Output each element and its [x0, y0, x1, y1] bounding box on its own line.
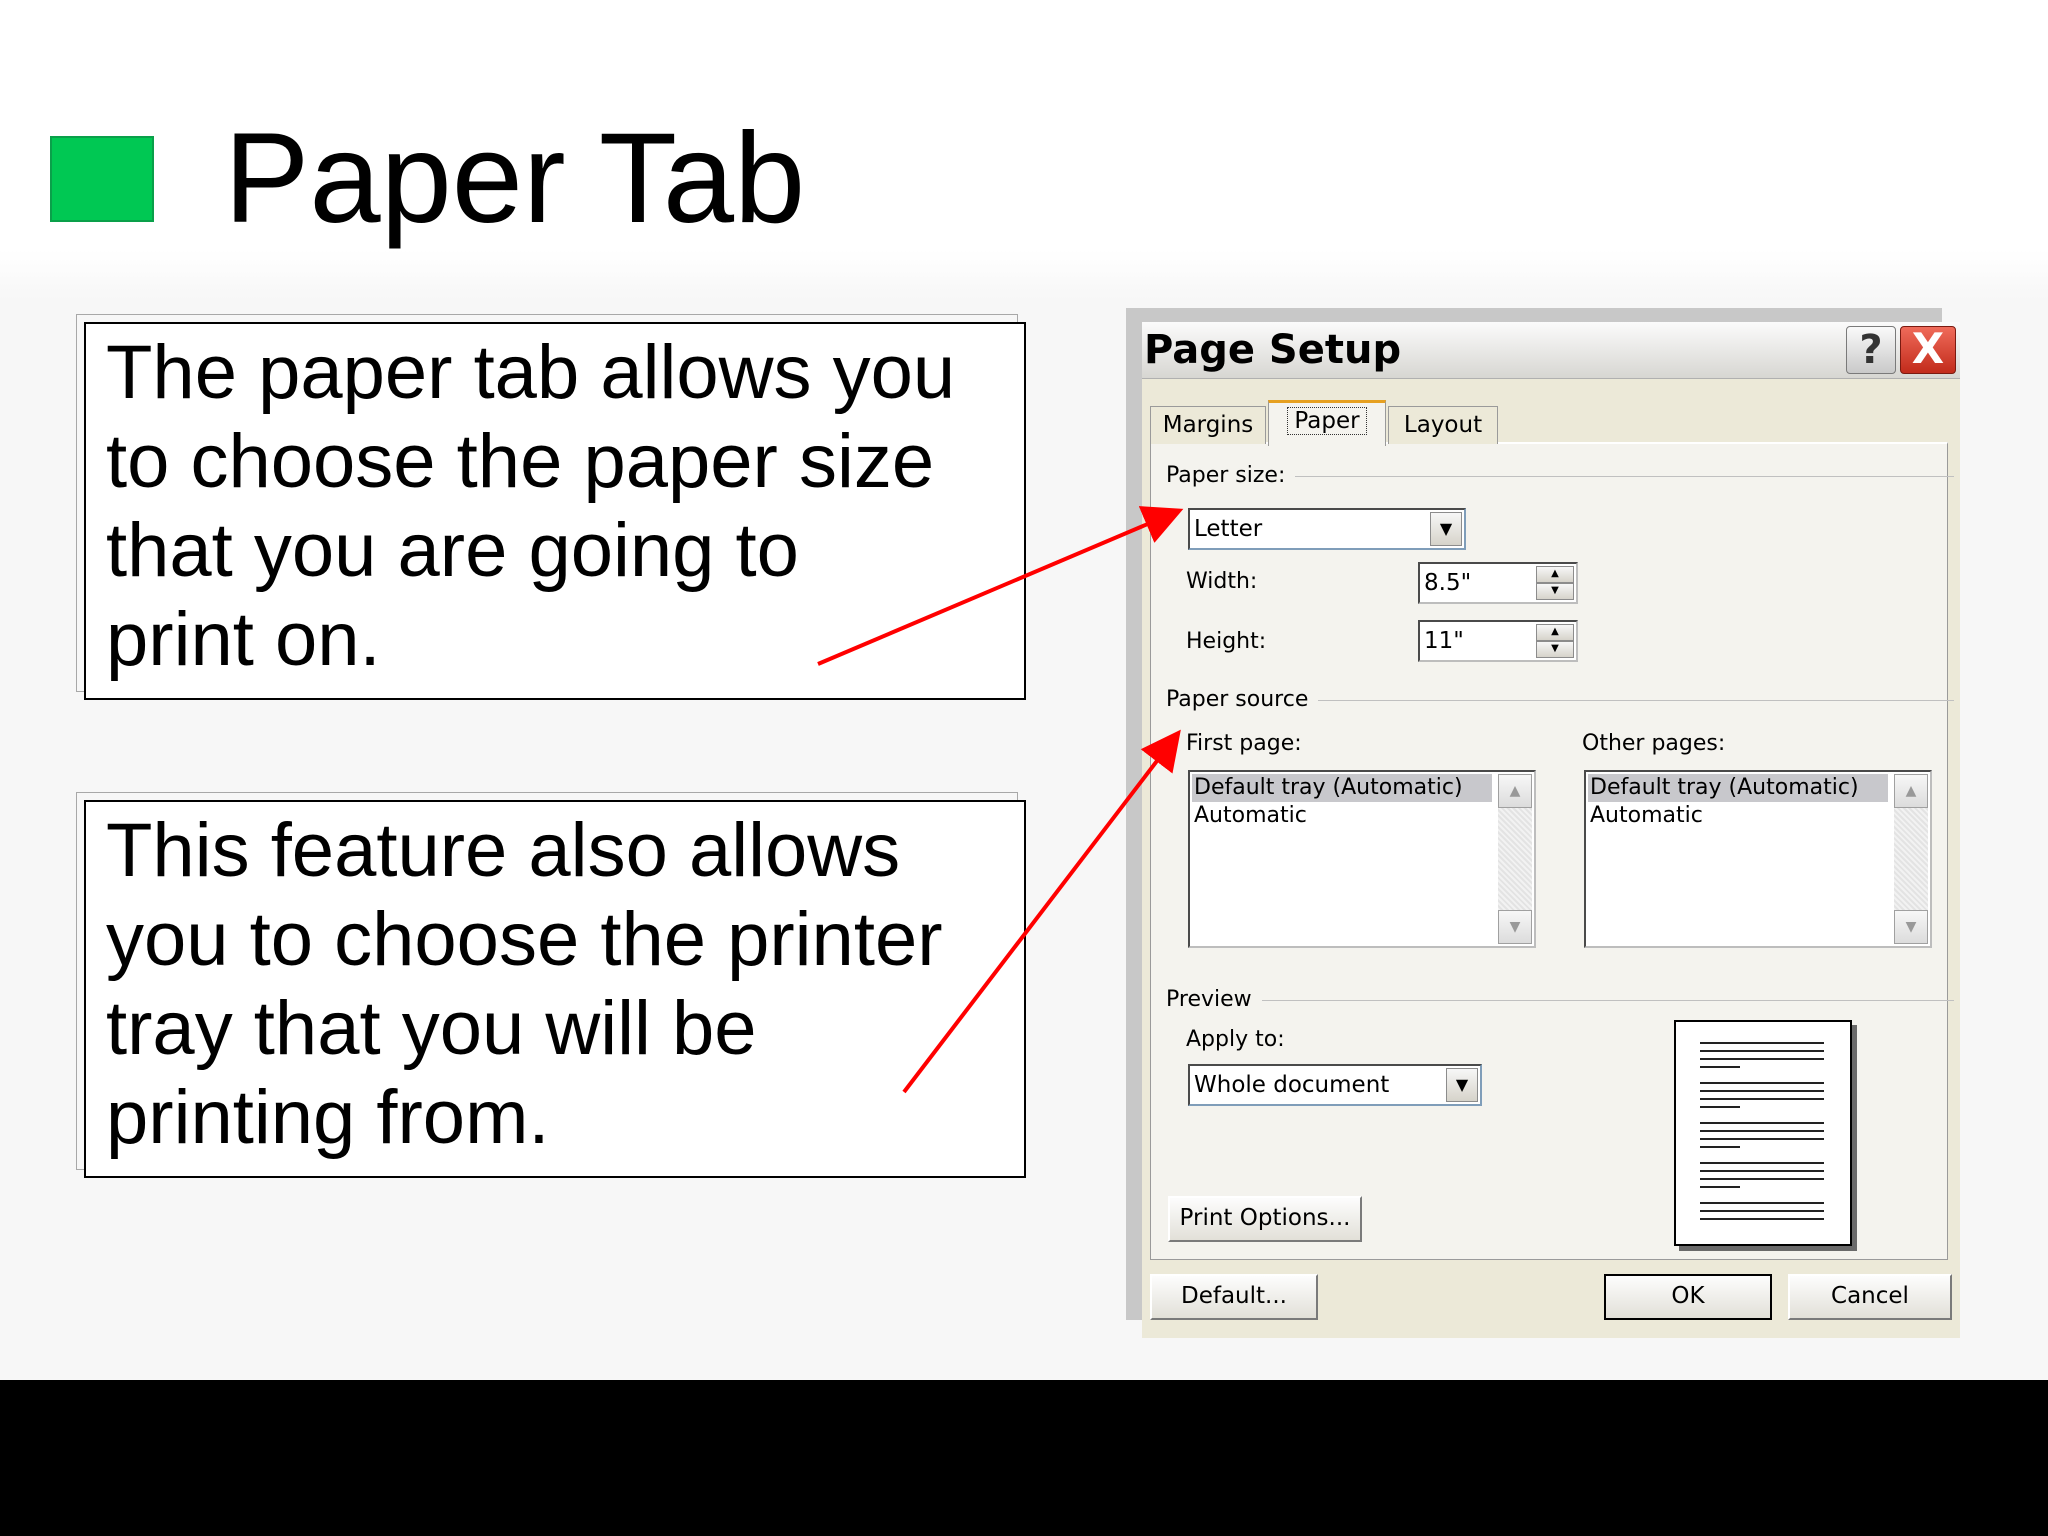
first-page-listbox[interactable]: Default tray (Automatic) Automatic ▲ ▼ [1188, 770, 1536, 948]
other-pages-listbox[interactable]: Default tray (Automatic) Automatic ▲ ▼ [1584, 770, 1932, 948]
width-spin-buttons: ▲ ▼ [1536, 566, 1574, 600]
paper-size-group-label: Paper size: [1166, 462, 1296, 490]
first-page-scrollbar[interactable]: ▲ ▼ [1498, 774, 1532, 944]
bottom-black-bar [0, 1380, 2048, 1536]
paper-source-group-label: Paper source [1166, 686, 1319, 714]
title-bullet-square [50, 136, 154, 222]
dialog-titlebar[interactable]: Page Setup ? X [1142, 322, 1960, 379]
scroll-up-icon[interactable]: ▲ [1894, 774, 1928, 808]
scroll-up-icon[interactable]: ▲ [1498, 774, 1532, 808]
width-spinner[interactable]: 8.5" ▲ ▼ [1418, 562, 1578, 604]
ok-button[interactable]: OK [1604, 1274, 1772, 1320]
paper-size-value: Letter [1194, 516, 1263, 542]
apply-to-label: Apply to: [1186, 1027, 1285, 1052]
callout-paper-source-text: This feature also allows you to choose t… [106, 808, 943, 1160]
chevron-down-icon[interactable]: ▼ [1430, 512, 1462, 546]
height-spin-buttons: ▲ ▼ [1536, 624, 1574, 658]
page-setup-dialog: Page Setup ? X Margins Paper Layout Pape… [1142, 322, 1960, 1338]
first-page-label: First page: [1186, 731, 1302, 756]
tab-paper[interactable]: Paper [1268, 400, 1386, 446]
preview-group-label: Preview [1166, 986, 1262, 1014]
callout-paper-size-text: The paper tab allows you to choose the p… [106, 330, 956, 682]
help-button[interactable]: ? [1846, 326, 1896, 374]
default-button[interactable]: Default... [1150, 1274, 1318, 1320]
slide-title: Paper Tab [224, 107, 806, 250]
dialog-title: Page Setup [1144, 327, 1402, 373]
apply-to-value: Whole document [1194, 1072, 1390, 1098]
width-value: 8.5" [1424, 570, 1472, 596]
callout-paper-source: This feature also allows you to choose t… [84, 800, 1026, 1178]
apply-to-select[interactable]: Whole document ▼ [1188, 1064, 1482, 1106]
height-value: 11" [1424, 628, 1464, 654]
other-pages-label: Other pages: [1582, 731, 1726, 756]
close-button[interactable]: X [1900, 326, 1956, 374]
print-options-button[interactable]: Print Options... [1168, 1196, 1362, 1242]
paper-source-group-line [1314, 700, 1954, 701]
list-item[interactable]: Automatic [1588, 802, 1703, 830]
tab-margins[interactable]: Margins [1150, 406, 1266, 444]
callout-paper-size: The paper tab allows you to choose the p… [84, 322, 1026, 700]
paper-size-group-line [1294, 476, 1954, 477]
width-label: Width: [1186, 569, 1258, 594]
chevron-down-icon[interactable]: ▼ [1446, 1068, 1478, 1102]
cancel-button[interactable]: Cancel [1788, 1274, 1952, 1320]
tab-layout-label: Layout [1403, 412, 1483, 438]
list-item[interactable]: Default tray (Automatic) [1588, 774, 1888, 802]
spin-up-icon[interactable]: ▲ [1536, 624, 1574, 641]
height-spinner[interactable]: 11" ▲ ▼ [1418, 620, 1578, 662]
height-label: Height: [1186, 629, 1267, 654]
tab-layout[interactable]: Layout [1388, 406, 1498, 444]
tab-margins-label: Margins [1162, 412, 1254, 438]
preview-group-line [1258, 1000, 1954, 1001]
other-pages-scrollbar[interactable]: ▲ ▼ [1894, 774, 1928, 944]
paper-size-select[interactable]: Letter ▼ [1188, 508, 1466, 550]
tab-paper-label: Paper [1287, 407, 1367, 435]
spin-up-icon[interactable]: ▲ [1536, 566, 1574, 583]
list-item[interactable]: Automatic [1192, 802, 1307, 830]
page-preview [1674, 1020, 1852, 1246]
list-item[interactable]: Default tray (Automatic) [1192, 774, 1492, 802]
scroll-down-icon[interactable]: ▼ [1498, 910, 1532, 944]
scroll-down-icon[interactable]: ▼ [1894, 910, 1928, 944]
spin-down-icon[interactable]: ▼ [1536, 641, 1574, 658]
spin-down-icon[interactable]: ▼ [1536, 583, 1574, 600]
